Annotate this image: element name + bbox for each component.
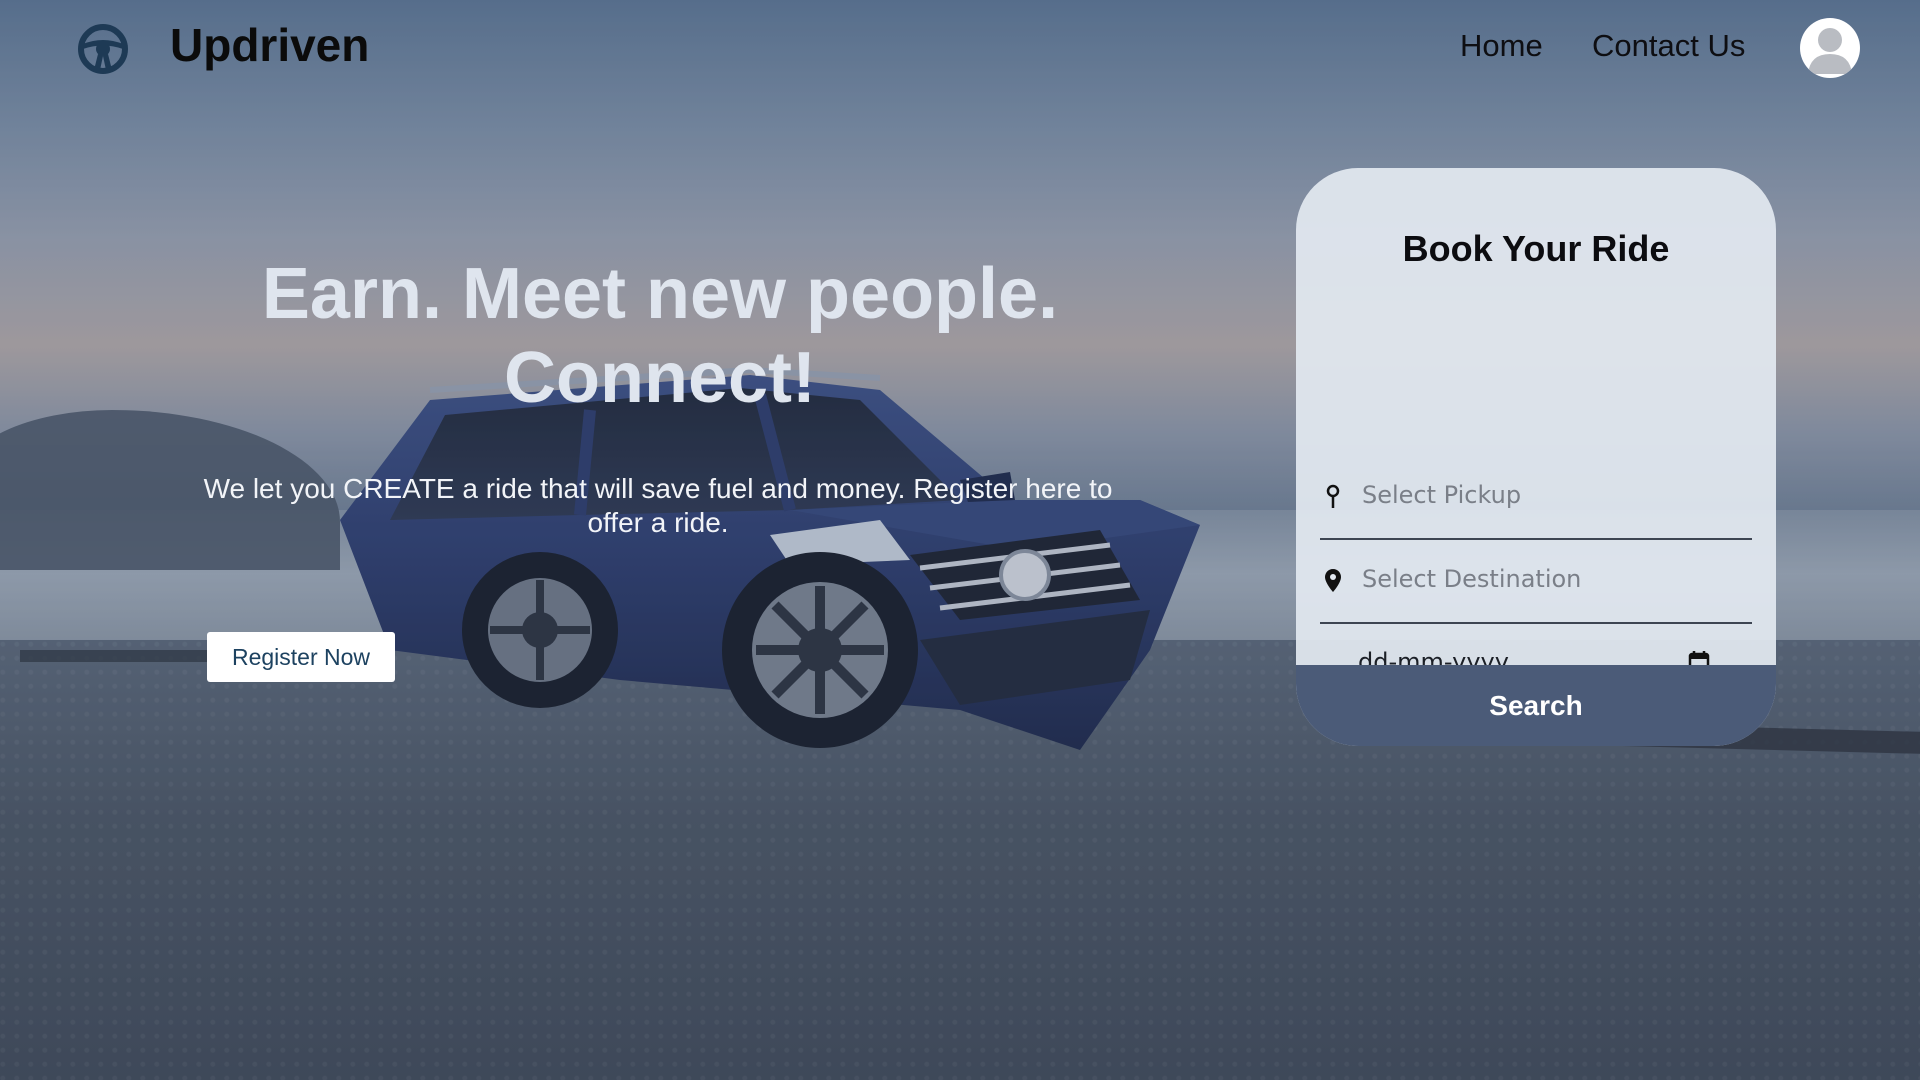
hero-subtitle: We let you CREATE a ride that will save … [203,473,1113,538]
steering-wheel-icon[interactable] [76,22,130,76]
location-marker-icon [1325,569,1341,592]
destination-field [1320,542,1752,624]
register-now-button[interactable]: Register Now [207,632,395,682]
book-ride-title: Book Your Ride [1402,228,1670,269]
user-silhouette-icon [1808,28,1852,74]
hero-title: Earn. Meet new people. Connect! [160,252,1160,420]
destination-input[interactable] [1360,556,1734,602]
top-navbar: Updriven Home Contact Us [0,0,1920,96]
hero-title-line-1: Earn. Meet new people. [261,254,1059,334]
nav-home-link[interactable]: Home [1460,28,1543,64]
book-ride-card: Book Your Ride dd-mm-yyyy [1296,168,1776,746]
search-button[interactable]: Search [1296,665,1776,746]
pickup-field [1320,458,1752,540]
user-avatar-icon[interactable] [1800,18,1860,78]
landing-page: Updriven Home Contact Us Earn. Meet new … [0,0,1920,1080]
pin-outline-icon [1326,484,1340,508]
hero-title-line-2: Connect! [504,338,816,418]
nav-contact-link[interactable]: Contact Us [1592,28,1745,64]
brand-name[interactable]: Updriven [170,18,369,72]
pickup-input[interactable] [1360,472,1734,518]
